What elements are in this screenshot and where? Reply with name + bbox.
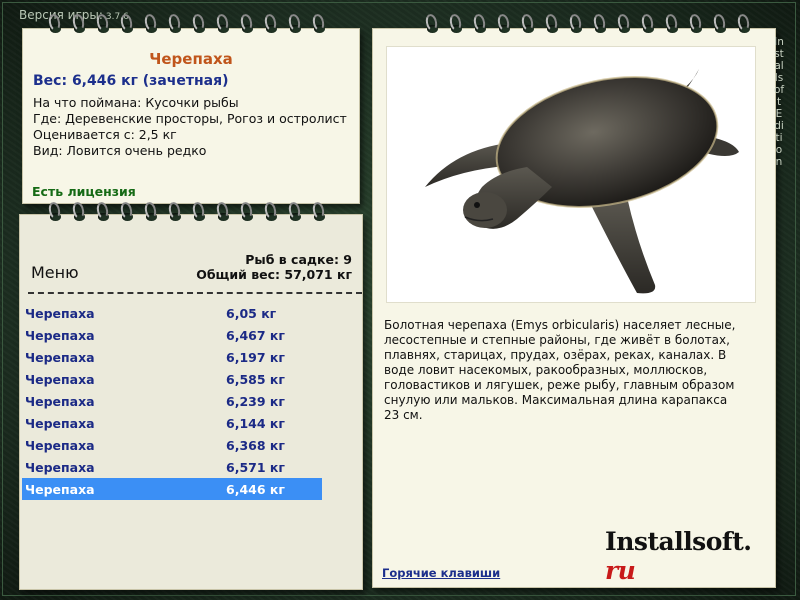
catch-weight: 6,239 кг (226, 394, 285, 409)
license-status: Есть лицензия (32, 184, 136, 199)
description-text: Болотная черепаха (Emys orbicularis) нас… (384, 318, 736, 422)
fish-count: Рыб в садке: 9 (245, 252, 352, 267)
turtle-photo-icon (425, 69, 739, 294)
spiral-ring-icon (284, 12, 308, 36)
spiral-ring-icon (541, 12, 565, 36)
catch-row[interactable]: Черепаха 6,467 кг (22, 324, 322, 346)
side-edition-label: Installsoft Edition (773, 36, 785, 168)
spiral-ring-icon (164, 12, 188, 36)
spiral-ring-icon (212, 12, 236, 36)
spiral-ring-icon (116, 12, 140, 36)
spiral-binding-top (44, 12, 332, 36)
divider (28, 292, 362, 294)
spiral-ring-icon (709, 12, 733, 36)
total-weight: Общий вес: 57,071 кг (196, 267, 352, 282)
catch-summary: Рыб в садке: 9 Общий вес: 57,071 кг (196, 252, 352, 282)
spiral-binding-desc (421, 12, 757, 36)
spiral-ring-icon (445, 12, 469, 36)
spiral-ring-icon (260, 12, 284, 36)
catch-list: Черепаха 6,05 кг Черепаха 6,467 кг Черепаха 6… (22, 302, 322, 500)
spiral-ring-icon (493, 12, 517, 36)
detail-rating: Оценивается с: 2,5 кг (33, 127, 177, 142)
spiral-ring-icon (188, 200, 212, 224)
installsoft-logo: Installsoft. ru (605, 527, 752, 585)
spiral-ring-icon (733, 12, 757, 36)
fish-weight: Вес: 6,446 кг (зачетная) (33, 73, 229, 89)
fish-name: Черепаха (149, 50, 233, 68)
spiral-ring-icon (637, 12, 661, 36)
spiral-ring-icon (44, 200, 68, 224)
catch-row[interactable]: Черепаха 6,239 кг (22, 390, 322, 412)
fish-info-card: Черепаха Вес: 6,446 кг (зачетная) На что… (22, 28, 360, 204)
menu-title[interactable]: Меню (31, 263, 79, 282)
catch-row[interactable]: Черепаха 6,368 кг (22, 434, 322, 456)
spiral-ring-icon (188, 12, 212, 36)
spiral-ring-icon (469, 12, 493, 36)
catch-weight: 6,05 кг (226, 306, 277, 321)
catch-weight: 6,144 кг (226, 416, 285, 431)
spiral-ring-icon (236, 200, 260, 224)
catch-name: Черепаха (25, 460, 95, 475)
catch-row[interactable]: Черепаха 6,446 кг (22, 478, 322, 500)
spiral-ring-icon (308, 12, 332, 36)
description-card: Болотная черепаха (Emys orbicularis) нас… (372, 28, 776, 588)
spiral-ring-icon (212, 200, 236, 224)
spiral-ring-icon (68, 12, 92, 36)
spiral-ring-icon (565, 12, 589, 36)
spiral-ring-icon (140, 12, 164, 36)
catch-row[interactable]: Черепаха 6,05 кг (22, 302, 322, 324)
catch-weight: 6,446 кг (226, 482, 285, 497)
spiral-binding-menu (44, 200, 332, 224)
spiral-ring-icon (308, 200, 332, 224)
spiral-ring-icon (140, 200, 164, 224)
spiral-ring-icon (421, 12, 445, 36)
spiral-ring-icon (661, 12, 685, 36)
catch-row[interactable]: Черепаха 6,571 кг (22, 456, 322, 478)
fish-details: На что поймана: Кусочки рыбы Где: Дереве… (33, 95, 353, 159)
spiral-ring-icon (92, 12, 116, 36)
spiral-ring-icon (116, 200, 140, 224)
detail-rarity: Вид: Ловится очень редко (33, 143, 207, 158)
spiral-ring-icon (517, 12, 541, 36)
spiral-ring-icon (68, 200, 92, 224)
catch-weight: 6,197 кг (226, 350, 285, 365)
spiral-ring-icon (284, 200, 308, 224)
catch-name: Черепаха (25, 350, 95, 365)
spiral-ring-icon (685, 12, 709, 36)
catch-name: Черепаха (25, 482, 95, 497)
catch-weight: 6,467 кг (226, 328, 285, 343)
spiral-ring-icon (236, 12, 260, 36)
spiral-ring-icon (589, 12, 613, 36)
spiral-ring-icon (613, 12, 637, 36)
catch-name: Черепаха (25, 328, 95, 343)
catch-name: Черепаха (25, 416, 95, 431)
detail-location: Где: Деревенские просторы, Рогоз и остро… (33, 111, 347, 126)
turtle-photo (386, 46, 756, 303)
spiral-ring-icon (164, 200, 188, 224)
catch-weight: 6,368 кг (226, 438, 285, 453)
catch-name: Черепаха (25, 306, 95, 321)
hotkeys-link[interactable]: Горячие клавиши (382, 566, 500, 580)
catch-menu-card: Меню Рыб в садке: 9 Общий вес: 57,071 кг… (19, 214, 363, 590)
detail-bait: На что поймана: Кусочки рыбы (33, 95, 239, 110)
catch-row[interactable]: Черепаха 6,585 кг (22, 368, 322, 390)
catch-name: Черепаха (25, 372, 95, 387)
catch-weight: 6,585 кг (226, 372, 285, 387)
catch-name: Черепаха (25, 438, 95, 453)
spiral-ring-icon (44, 12, 68, 36)
catch-name: Черепаха (25, 394, 95, 409)
catch-row[interactable]: Черепаха 6,144 кг (22, 412, 322, 434)
spiral-ring-icon (92, 200, 116, 224)
spiral-ring-icon (260, 200, 284, 224)
catch-row[interactable]: Черепаха 6,197 кг (22, 346, 322, 368)
catch-weight: 6,571 кг (226, 460, 285, 475)
